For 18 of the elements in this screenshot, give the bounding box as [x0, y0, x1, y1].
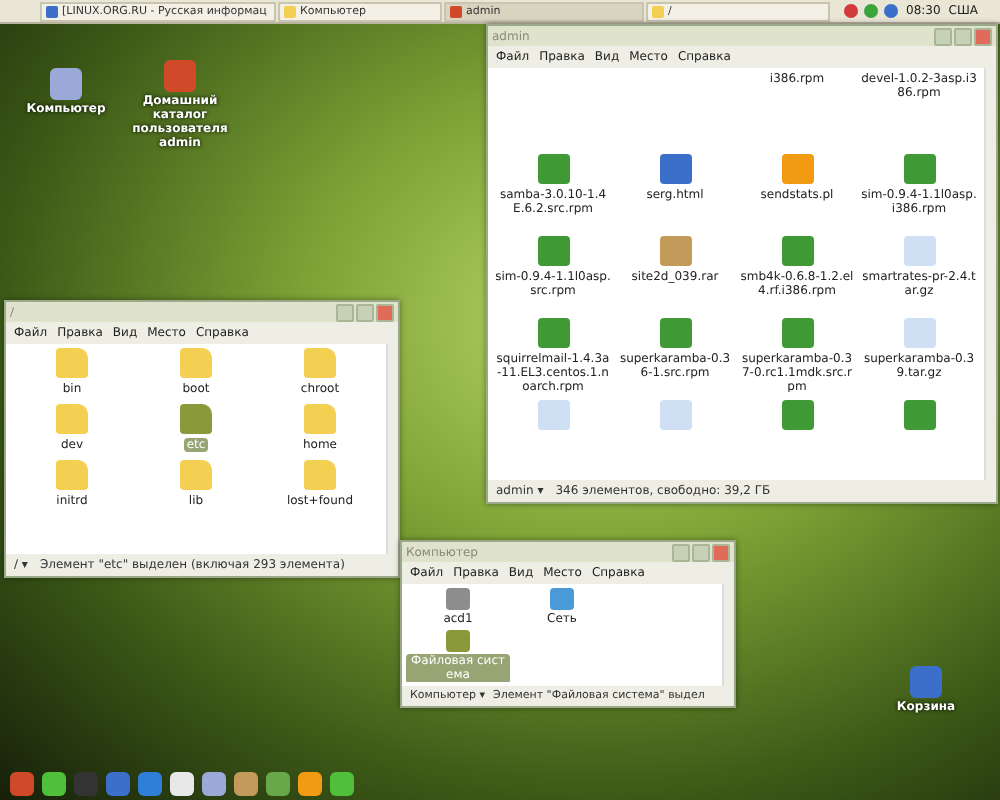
- close-button[interactable]: [974, 27, 992, 45]
- minimize-button[interactable]: [934, 27, 952, 45]
- folder-icon[interactable]: [304, 460, 336, 491]
- folder-icon[interactable]: [304, 348, 336, 378]
- folder-icon[interactable]: [56, 460, 88, 491]
- maximize-button[interactable]: [356, 303, 374, 321]
- folder-icon[interactable]: [56, 348, 88, 378]
- minimize-button[interactable]: [672, 543, 690, 561]
- folder-icon[interactable]: [56, 404, 88, 435]
- folder-icon[interactable]: [304, 404, 336, 435]
- maximize-button[interactable]: [692, 543, 710, 561]
- folder-icon[interactable]: [180, 348, 212, 378]
- folder-icon[interactable]: [180, 404, 212, 435]
- folder-icon[interactable]: [180, 460, 212, 491]
- close-button[interactable]: [376, 303, 394, 321]
- maximize-button[interactable]: [954, 27, 972, 45]
- minimize-button[interactable]: [336, 303, 354, 321]
- close-button[interactable]: [712, 543, 730, 561]
